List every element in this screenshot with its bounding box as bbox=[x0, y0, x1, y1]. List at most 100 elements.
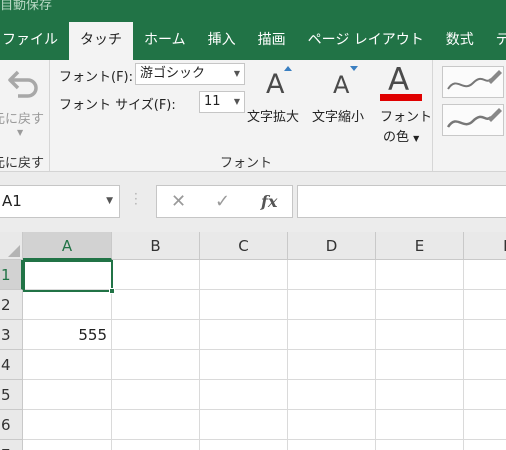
grid-cell[interactable] bbox=[288, 290, 376, 320]
grid-cell[interactable] bbox=[112, 410, 200, 440]
undo-group: 元に戻す ▼ 元に戻す bbox=[0, 60, 50, 171]
tab-insert[interactable]: 挿入 bbox=[197, 22, 247, 60]
grid-cell[interactable] bbox=[376, 350, 464, 380]
grid-cell[interactable] bbox=[376, 380, 464, 410]
grid-cell[interactable]: 555 bbox=[23, 320, 112, 350]
shrink-font-label: 文字縮小 bbox=[312, 110, 365, 125]
font-color-label-2: の色 ▼ bbox=[383, 130, 420, 145]
grid-cell[interactable] bbox=[376, 260, 464, 290]
grid-cell[interactable] bbox=[464, 260, 506, 290]
tab-file[interactable]: ファイル bbox=[0, 22, 69, 60]
select-all-button[interactable] bbox=[0, 232, 23, 260]
undo-arrow-icon[interactable] bbox=[4, 66, 44, 100]
row-header[interactable]: 1 bbox=[0, 260, 23, 290]
fill-handle[interactable] bbox=[109, 288, 115, 294]
grid-cell[interactable] bbox=[23, 440, 112, 450]
grid-cell[interactable] bbox=[200, 320, 288, 350]
grid-cell[interactable] bbox=[112, 380, 200, 410]
grid-cell[interactable] bbox=[288, 410, 376, 440]
font-name-value: 游ゴシック bbox=[140, 66, 206, 81]
grid-cell[interactable] bbox=[288, 440, 376, 450]
row-header[interactable]: 4 bbox=[0, 350, 23, 380]
grid-cell[interactable] bbox=[464, 440, 506, 450]
formula-buttons: ✕ ✓ fx bbox=[156, 185, 293, 218]
grid-cell[interactable] bbox=[464, 410, 506, 440]
grid-cell[interactable] bbox=[464, 290, 506, 320]
name-box[interactable]: A1 ▼ bbox=[0, 185, 120, 218]
grid-cell[interactable] bbox=[200, 260, 288, 290]
row-header[interactable]: 7 bbox=[0, 440, 23, 450]
grid-cell[interactable] bbox=[464, 320, 506, 350]
name-box-value: A1 bbox=[2, 192, 22, 210]
grid-cell[interactable] bbox=[376, 290, 464, 320]
grid-cell[interactable] bbox=[376, 410, 464, 440]
title-bar: 自動保存 ファイル タッチ ホーム 挿入 描画 ページ レイアウト 数式 デー bbox=[0, 0, 506, 60]
grid-cell[interactable] bbox=[200, 290, 288, 320]
pen-gray-icon[interactable] bbox=[442, 104, 504, 136]
row-header[interactable]: 2 bbox=[0, 290, 23, 320]
cancel-icon[interactable]: ✕ bbox=[171, 186, 186, 217]
grid-cell[interactable] bbox=[23, 290, 112, 320]
font-group: フォント(F): 游ゴシック ▼ フォント サイズ(F): 11 ▼ A 文字拡… bbox=[50, 60, 433, 171]
grid-cell[interactable] bbox=[112, 440, 200, 450]
row-header[interactable]: 5 bbox=[0, 380, 23, 410]
column-header[interactable]: B bbox=[112, 232, 200, 260]
grid-cell[interactable] bbox=[112, 320, 200, 350]
tab-draw[interactable]: 描画 bbox=[247, 22, 297, 60]
row-header[interactable]: 3 bbox=[0, 320, 23, 350]
font-size-label: フォント サイズ(F): bbox=[59, 98, 176, 113]
undo-button-label[interactable]: 元に戻す bbox=[0, 108, 44, 127]
tab-data[interactable]: デー bbox=[485, 22, 506, 60]
select-all-triangle-icon bbox=[8, 245, 20, 257]
formula-input[interactable] bbox=[297, 185, 506, 218]
column-header[interactable]: D bbox=[288, 232, 376, 260]
ribbon-tabs: ファイル タッチ ホーム 挿入 描画 ページ レイアウト 数式 デー bbox=[0, 22, 506, 60]
tab-page-layout[interactable]: ページ レイアウト bbox=[297, 22, 435, 60]
grid-cell[interactable] bbox=[288, 350, 376, 380]
enter-icon[interactable]: ✓ bbox=[215, 186, 230, 217]
worksheet-grid: A B C D E F 1 2 3 4 5 6 7 555 bbox=[0, 232, 506, 450]
grid-cell[interactable] bbox=[200, 350, 288, 380]
row-header[interactable]: 6 bbox=[0, 410, 23, 440]
chevron-down-icon: ▼ bbox=[233, 97, 240, 106]
grid-cell[interactable] bbox=[23, 410, 112, 440]
column-header[interactable]: E bbox=[376, 232, 464, 260]
ribbon: 元に戻す ▼ 元に戻す フォント(F): 游ゴシック ▼ フォント サイズ(F)… bbox=[0, 60, 506, 172]
grid-cell[interactable] bbox=[376, 440, 464, 450]
grid-cell[interactable] bbox=[112, 260, 200, 290]
grid-cell[interactable] bbox=[200, 380, 288, 410]
tab-home[interactable]: ホーム bbox=[133, 22, 197, 60]
grid-cell[interactable] bbox=[376, 320, 464, 350]
grid-cell[interactable] bbox=[200, 410, 288, 440]
grid-cell[interactable] bbox=[112, 350, 200, 380]
grow-font-icon: A bbox=[266, 69, 285, 100]
tab-touch[interactable]: タッチ bbox=[69, 22, 133, 60]
column-header[interactable]: F bbox=[464, 232, 506, 260]
insert-function-icon[interactable]: fx bbox=[261, 186, 277, 217]
undo-group-label: 元に戻す bbox=[0, 156, 45, 171]
font-color-label-1: フォント bbox=[380, 110, 433, 125]
column-header[interactable]: C bbox=[200, 232, 288, 260]
undo-dropdown-icon[interactable]: ▼ bbox=[17, 128, 23, 137]
chevron-down-icon[interactable]: ▼ bbox=[106, 186, 113, 217]
font-name-dropdown[interactable]: 游ゴシック ▼ bbox=[135, 63, 245, 85]
tab-formulas[interactable]: 数式 bbox=[435, 22, 485, 60]
font-color-icon: A bbox=[388, 62, 410, 98]
grid-cell[interactable] bbox=[112, 290, 200, 320]
grid-cell[interactable] bbox=[464, 350, 506, 380]
grid-cell[interactable] bbox=[23, 380, 112, 410]
grid-cell[interactable] bbox=[288, 380, 376, 410]
column-header[interactable]: A bbox=[23, 232, 112, 260]
grid-cell[interactable] bbox=[23, 350, 112, 380]
pens-group bbox=[434, 60, 506, 171]
grid-cell[interactable] bbox=[288, 320, 376, 350]
shrink-font-icon: A bbox=[333, 71, 350, 99]
formula-bar-area: A1 ▼ · · · ✕ ✓ fx bbox=[0, 172, 506, 232]
shrink-arrow-icon bbox=[350, 66, 358, 71]
grid-cell[interactable] bbox=[464, 380, 506, 410]
pen-gray-icon[interactable] bbox=[442, 66, 504, 98]
grid-cell[interactable] bbox=[288, 260, 376, 290]
font-size-dropdown[interactable]: 11 ▼ bbox=[199, 91, 245, 113]
grid-cell[interactable] bbox=[200, 440, 288, 450]
formula-bar-resize-handle[interactable]: · · · bbox=[134, 188, 138, 210]
